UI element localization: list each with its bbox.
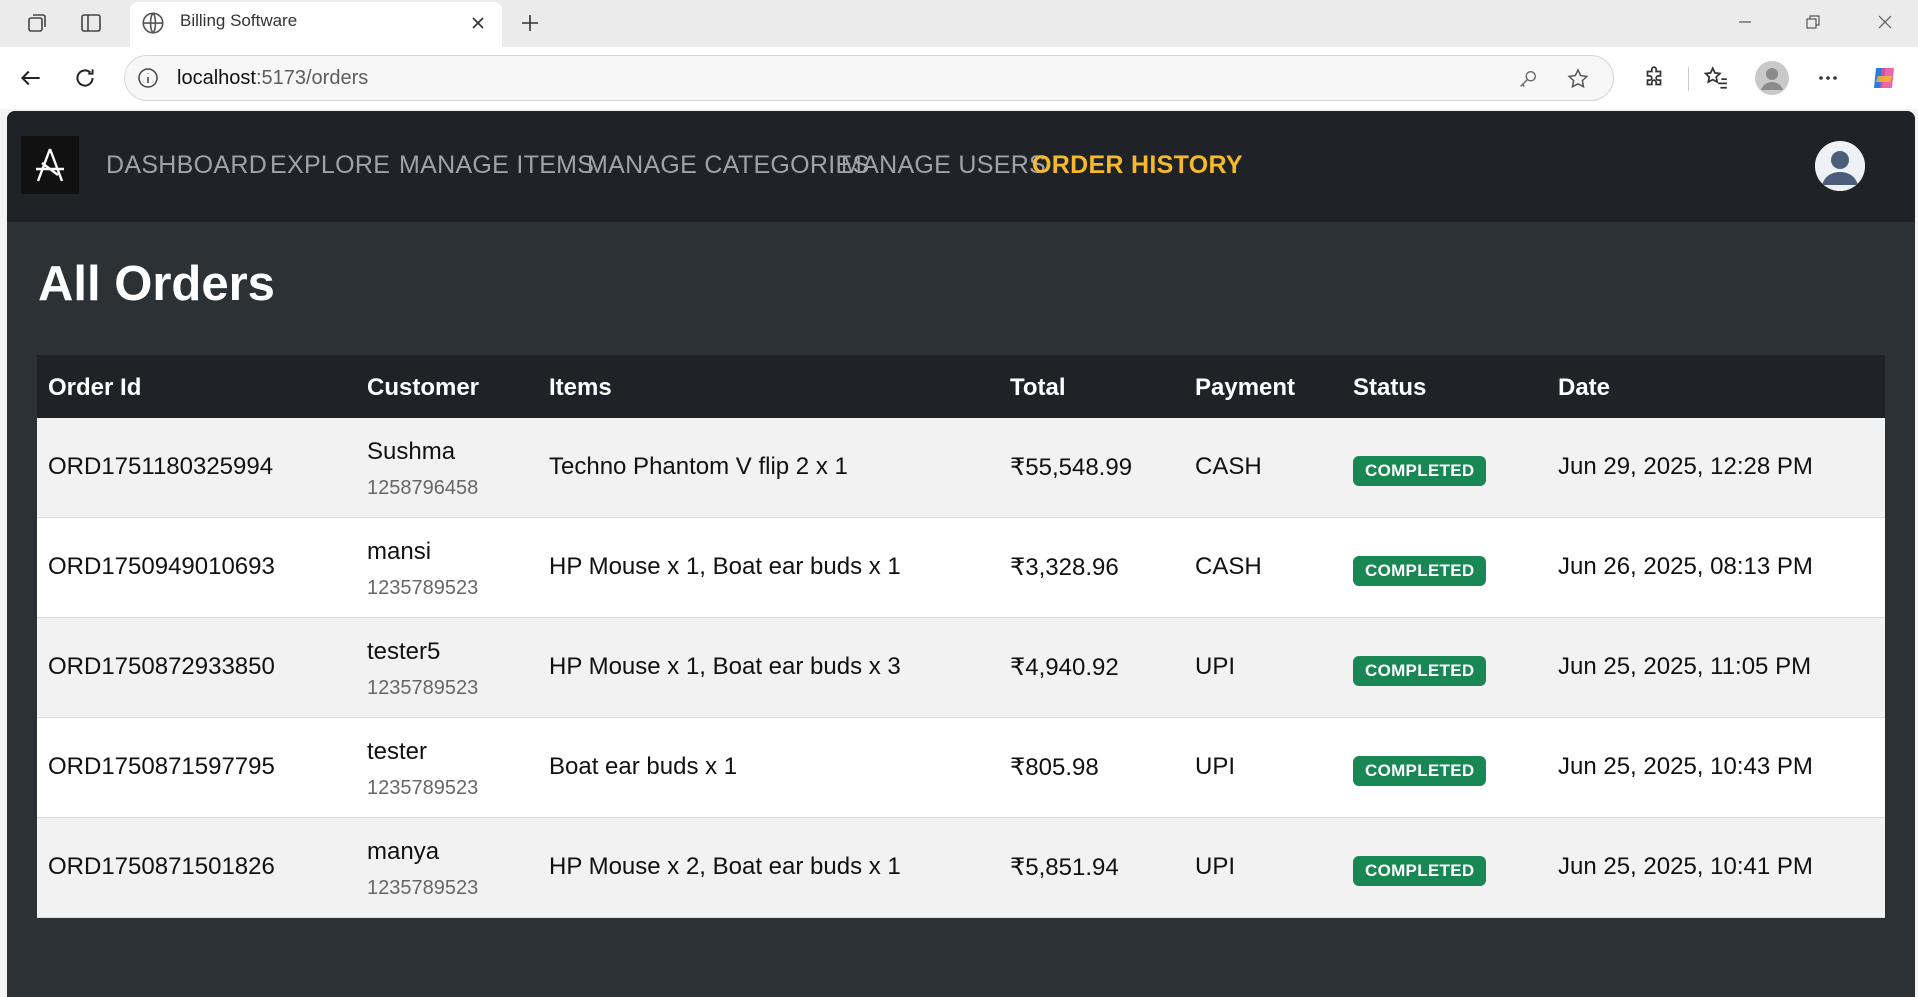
url-text: localhost:5173/orders bbox=[177, 67, 369, 89]
toolbar-separator bbox=[1688, 67, 1689, 91]
nav-order-history[interactable]: ORDER HISTORY bbox=[1032, 151, 1243, 180]
order-items: HP Mouse x 1, Boat ear buds x 1 bbox=[549, 553, 901, 580]
nav-manage-categories[interactable]: MANAGE CATEGORIES bbox=[587, 151, 869, 180]
close-window-icon[interactable] bbox=[1862, 6, 1908, 38]
status-badge: COMPLETED bbox=[1353, 856, 1487, 886]
customer-name: mansi bbox=[367, 538, 432, 565]
minimize-icon[interactable] bbox=[1722, 6, 1768, 38]
back-arrow-icon[interactable] bbox=[12, 59, 50, 97]
page-title: All Orders bbox=[38, 257, 275, 311]
header-date: Date bbox=[1558, 374, 1611, 401]
table-row[interactable]: ORD1750871597795 tester 1235789523 Boat … bbox=[37, 718, 1885, 818]
order-items: HP Mouse x 1, Boat ear buds x 3 bbox=[549, 653, 901, 680]
site-info-icon[interactable] bbox=[135, 65, 161, 91]
payment-method: CASH bbox=[1195, 553, 1262, 580]
orders-table: Order Id Customer Items Total Payment St… bbox=[37, 355, 1885, 918]
profile-icon[interactable] bbox=[1754, 60, 1790, 96]
order-date: Jun 25, 2025, 10:41 PM bbox=[1558, 853, 1813, 880]
order-total: ₹4,940.92 bbox=[1010, 654, 1119, 681]
more-options-icon[interactable] bbox=[1810, 60, 1846, 96]
customer-name: manya bbox=[367, 838, 440, 865]
password-key-icon[interactable] bbox=[1515, 66, 1541, 92]
browser-toolbar: localhost:5173/orders bbox=[0, 47, 1918, 109]
app-logo[interactable] bbox=[21, 136, 79, 194]
tab-title: Billing Software bbox=[180, 11, 298, 30]
order-id: ORD1750872933850 bbox=[48, 653, 275, 680]
new-tab-icon[interactable] bbox=[514, 7, 546, 39]
nav-explore[interactable]: EXPLORE bbox=[270, 151, 390, 180]
order-total: ₹55,548.99 bbox=[1010, 454, 1133, 481]
order-items: Boat ear buds x 1 bbox=[549, 753, 738, 780]
order-total: ₹5,851.94 bbox=[1010, 854, 1119, 881]
customer-phone: 1235789523 bbox=[367, 677, 479, 699]
header-order-id: Order Id bbox=[48, 374, 142, 401]
status-badge: COMPLETED bbox=[1353, 556, 1487, 586]
order-date: Jun 25, 2025, 10:43 PM bbox=[1558, 753, 1813, 780]
order-items: HP Mouse x 2, Boat ear buds x 1 bbox=[549, 853, 901, 880]
copilot-icon[interactable] bbox=[1866, 60, 1902, 96]
user-avatar[interactable] bbox=[1815, 141, 1865, 191]
header-items: Items bbox=[549, 374, 612, 401]
nav-manage-items[interactable]: MANAGE ITEMS bbox=[399, 151, 594, 180]
status-badge: COMPLETED bbox=[1353, 756, 1487, 786]
table-row[interactable]: ORD1750872933850 tester5 1235789523 HP M… bbox=[37, 618, 1885, 718]
nav-manage-users[interactable]: MANAGE USERS bbox=[841, 151, 1046, 180]
workspaces-icon[interactable] bbox=[22, 8, 52, 38]
payment-method: UPI bbox=[1195, 753, 1236, 780]
app-container: DASHBOARD EXPLORE MANAGE ITEMS MANAGE CA… bbox=[7, 111, 1915, 997]
tab-actions-icon[interactable] bbox=[76, 8, 106, 38]
customer-name: tester bbox=[367, 738, 428, 765]
favorite-star-icon[interactable] bbox=[1565, 66, 1591, 92]
customer-phone: 1258796458 bbox=[367, 477, 479, 499]
customer-name: tester5 bbox=[367, 638, 441, 665]
payment-method: UPI bbox=[1195, 853, 1236, 880]
customer-name: Sushma bbox=[367, 438, 456, 465]
order-total: ₹3,328.96 bbox=[1010, 554, 1119, 581]
customer-phone: 1235789523 bbox=[367, 877, 479, 899]
globe-icon bbox=[140, 10, 166, 40]
close-tab-icon[interactable] bbox=[464, 9, 492, 37]
header-payment: Payment bbox=[1195, 374, 1296, 401]
table-row[interactable]: ORD1750949010693 mansi 1235789523 HP Mou… bbox=[37, 518, 1885, 618]
header-customer: Customer bbox=[367, 374, 480, 401]
order-id: ORD1751180325994 bbox=[48, 453, 274, 480]
customer-phone: 1235789523 bbox=[367, 777, 479, 799]
order-id: ORD1750871597795 bbox=[48, 753, 275, 780]
restore-icon[interactable] bbox=[1790, 6, 1836, 38]
app-navbar: DASHBOARD EXPLORE MANAGE ITEMS MANAGE CA… bbox=[7, 111, 1915, 222]
payment-method: UPI bbox=[1195, 653, 1236, 680]
header-total: Total bbox=[1010, 374, 1066, 401]
customer-phone: 1235789523 bbox=[367, 577, 479, 599]
table-row[interactable]: ORD1751180325994 Sushma 1258796458 Techn… bbox=[37, 418, 1885, 518]
nav-dashboard[interactable]: DASHBOARD bbox=[106, 151, 267, 180]
order-id: ORD1750871501826 bbox=[48, 853, 275, 880]
table-row[interactable]: ORD1750871501826 manya 1235789523 HP Mou… bbox=[37, 818, 1885, 918]
browser-tabbar: Billing Software bbox=[0, 0, 1918, 47]
payment-method: CASH bbox=[1195, 453, 1262, 480]
extensions-icon[interactable] bbox=[1636, 60, 1672, 96]
order-items: Techno Phantom V flip 2 x 1 bbox=[549, 453, 848, 480]
favorites-icon[interactable] bbox=[1698, 60, 1734, 96]
order-id: ORD1750949010693 bbox=[48, 553, 275, 580]
status-badge: COMPLETED bbox=[1353, 456, 1487, 486]
header-status: Status bbox=[1353, 374, 1427, 401]
order-date: Jun 29, 2025, 12:28 PM bbox=[1558, 453, 1813, 480]
tab-billing-software[interactable]: Billing Software bbox=[130, 2, 502, 47]
reload-icon[interactable] bbox=[66, 59, 104, 97]
order-total: ₹805.98 bbox=[1010, 754, 1099, 781]
address-bar[interactable]: localhost:5173/orders bbox=[124, 55, 1614, 101]
table-header: Order Id Customer Items Total Payment St… bbox=[37, 355, 1885, 418]
order-date: Jun 26, 2025, 08:13 PM bbox=[1558, 553, 1813, 580]
order-date: Jun 25, 2025, 11:05 PM bbox=[1558, 653, 1812, 680]
status-badge: COMPLETED bbox=[1353, 656, 1487, 686]
